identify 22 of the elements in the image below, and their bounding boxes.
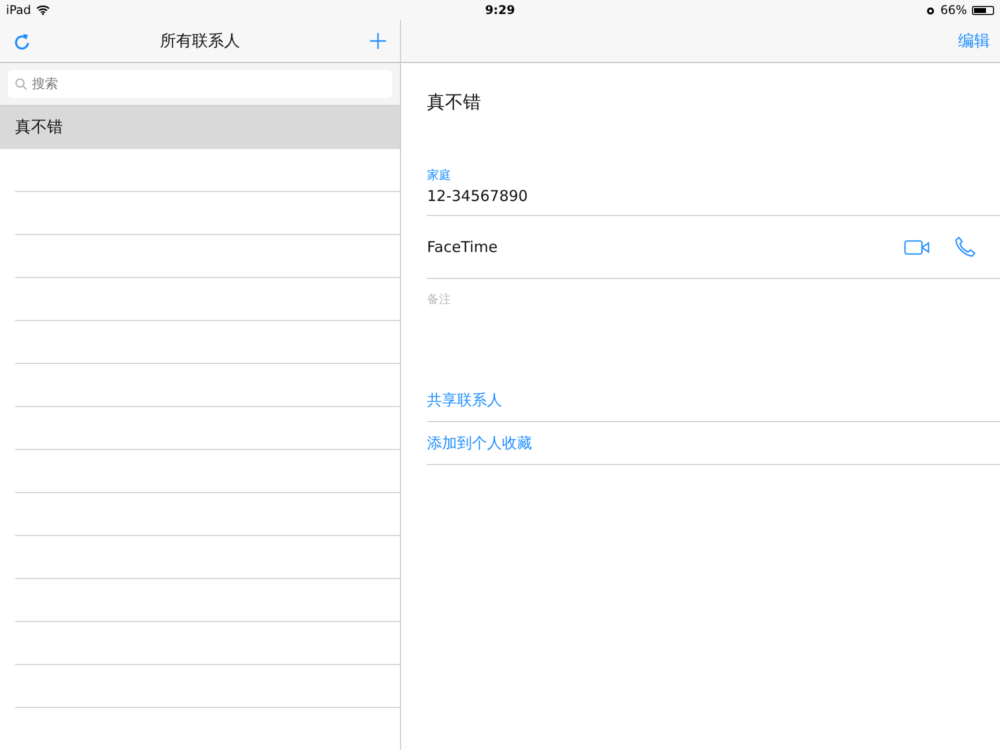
wifi-icon	[36, 5, 50, 15]
phone-number[interactable]: 12-34567890	[427, 187, 528, 205]
video-camera-icon[interactable]	[904, 240, 930, 254]
nav-title: 所有联系人	[160, 30, 240, 52]
search-icon	[15, 78, 27, 90]
notes-field[interactable]: 备注	[427, 279, 1000, 379]
phone-label: 家庭	[427, 167, 451, 184]
add-icon[interactable]	[370, 33, 386, 49]
contact-row[interactable]: 真不错	[0, 106, 400, 149]
contact-name: 真不错	[427, 91, 482, 115]
phone-icon[interactable]	[954, 236, 976, 258]
status-time: 9:29	[485, 3, 515, 17]
facetime-label: FaceTime	[427, 238, 498, 256]
action-link[interactable]: 添加到个人收藏	[427, 422, 1000, 465]
action-link[interactable]: 共享联系人	[427, 379, 1000, 422]
alarm-clock-icon	[926, 6, 936, 14]
battery-icon	[972, 6, 994, 14]
edit-button[interactable]: 编辑	[956, 28, 992, 54]
battery-percent: 66%	[940, 3, 967, 17]
refresh-icon[interactable]	[14, 32, 30, 50]
search-field[interactable]: 搜索	[8, 70, 392, 98]
device-name: iPad	[6, 3, 32, 17]
